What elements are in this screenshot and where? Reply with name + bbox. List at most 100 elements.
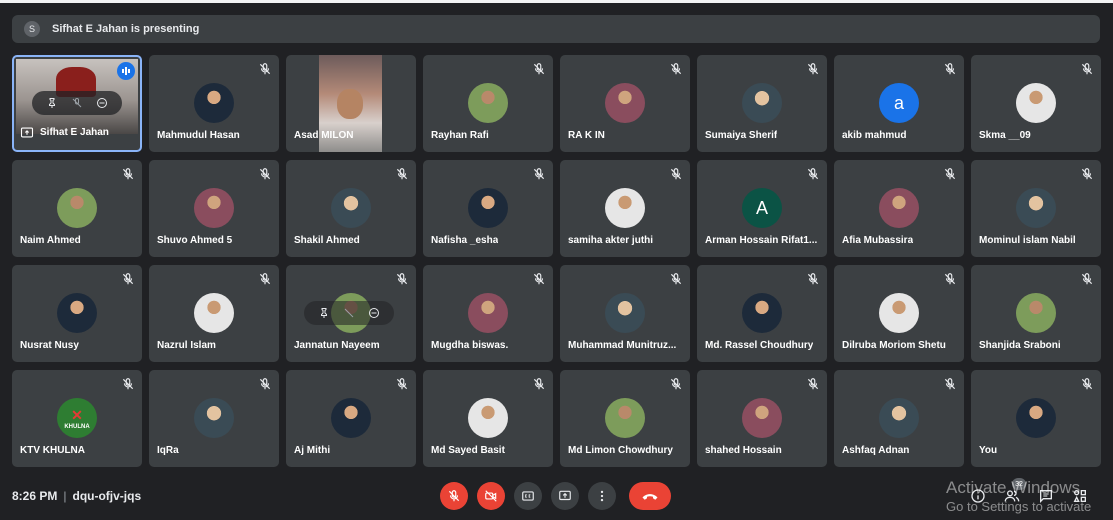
participant-tile-jannatun-nayeem[interactable]: Jannatun Nayeem xyxy=(286,265,416,362)
mic-off-icon xyxy=(806,377,820,391)
watermark-subtitle: Go to Settings to activate xyxy=(946,499,1092,514)
mic-off-icon xyxy=(532,167,546,181)
mic-off-icon xyxy=(943,167,957,181)
participant-tile-nusrat-nusy[interactable]: Nusrat Nusy xyxy=(12,265,142,362)
participant-name: KTV KHULNA xyxy=(20,445,85,456)
remove-icon[interactable] xyxy=(368,307,380,319)
avatar-letter: A xyxy=(755,197,768,218)
participant-tile-md-sayed-basit[interactable]: Md Sayed Basit xyxy=(423,370,553,467)
participant-tile-sumaiya-sherif[interactable]: Sumaiya Sherif xyxy=(697,55,827,152)
participant-avatar xyxy=(605,293,645,333)
participant-tile-md-limon-chowdhury[interactable]: Md Limon Chowdhury xyxy=(560,370,690,467)
participant-tile-shanjida-sraboni[interactable]: Shanjida Sraboni xyxy=(971,265,1101,362)
participant-name: Shakil Ahmed xyxy=(294,235,360,246)
present-now-button[interactable] xyxy=(551,482,579,510)
participant-avatar: ✕ KHULNA xyxy=(57,398,97,438)
hang-up-icon xyxy=(642,494,658,500)
mic-off-icon xyxy=(943,62,957,76)
participant-avatar xyxy=(1016,83,1056,123)
participant-tile-muhammad-munitruz[interactable]: Muhammad Munitruz... xyxy=(560,265,690,362)
mic-off-icon xyxy=(806,62,820,76)
participant-name: Md. Rassel Choudhury xyxy=(705,340,814,351)
participant-tile-mominul-islam-nabil[interactable]: Mominul islam Nabil xyxy=(971,160,1101,257)
mic-off-icon xyxy=(669,62,683,76)
mic-off-icon xyxy=(806,167,820,181)
participant-tile-arman-hossain-rifat1[interactable]: A Arman Hossain Rifat1... xyxy=(697,160,827,257)
window-top-border xyxy=(0,0,1113,3)
mute-icon[interactable] xyxy=(343,307,355,319)
pin-icon[interactable] xyxy=(46,97,58,109)
separator: | xyxy=(63,489,67,503)
tile-hover-tools xyxy=(32,91,122,115)
participant-tile-ashfaq-adnan[interactable]: Ashfaq Adnan xyxy=(834,370,964,467)
participant-name: Md Limon Chowdhury xyxy=(568,445,673,456)
participant-name: Shanjida Sraboni xyxy=(979,340,1061,351)
participant-name: Nafisha _esha xyxy=(431,235,499,246)
participant-tile-shakil-ahmed[interactable]: Shakil Ahmed xyxy=(286,160,416,257)
participant-grid: Sifhat E Jahan Mahmudul Hasan Asad MILON Ra… xyxy=(12,55,1104,467)
participant-avatar: A xyxy=(742,188,782,228)
mic-off-icon xyxy=(258,272,272,286)
mic-off-icon xyxy=(258,377,272,391)
participant-tile-mahmudul-hasan[interactable]: Mahmudul Hasan xyxy=(149,55,279,152)
participant-avatar xyxy=(1016,188,1056,228)
participant-tile-afia-mubassira[interactable]: Afia Mubassira xyxy=(834,160,964,257)
participant-tile-asad-milon[interactable]: Asad MILON xyxy=(286,55,416,152)
participant-avatar xyxy=(1016,293,1056,333)
participant-tile-naim-ahmed[interactable]: Naim Ahmed xyxy=(12,160,142,257)
participant-tile-md-rassel-choudhury[interactable]: Md. Rassel Choudhury xyxy=(697,265,827,362)
leave-call-button[interactable] xyxy=(629,482,671,510)
participant-name: Naim Ahmed xyxy=(20,235,81,246)
microphone-toggle-button[interactable] xyxy=(440,482,468,510)
mic-off-icon xyxy=(395,377,409,391)
participant-tile-nazrul-islam[interactable]: Nazrul Islam xyxy=(149,265,279,362)
participant-tile-shahed-hossain[interactable]: shahed Hossain xyxy=(697,370,827,467)
mic-off-icon xyxy=(1080,62,1094,76)
participant-avatar xyxy=(605,398,645,438)
participant-avatar xyxy=(742,293,782,333)
participant-avatar xyxy=(331,398,371,438)
mic-off-icon xyxy=(669,272,683,286)
participant-tile-dilruba-moriom-shetu[interactable]: Dilruba Moriom Shetu xyxy=(834,265,964,362)
captions-button[interactable] xyxy=(514,482,542,510)
remove-icon[interactable] xyxy=(96,97,108,109)
participant-name: Sifhat E Jahan xyxy=(20,127,109,138)
participant-avatar xyxy=(879,293,919,333)
camera-off-icon xyxy=(485,490,497,502)
participant-tile-rayhan-rafi[interactable]: Rayhan Rafi xyxy=(423,55,553,152)
participant-name: Jannatun Nayeem xyxy=(294,340,380,351)
mic-off-icon xyxy=(121,167,135,181)
participant-avatar xyxy=(605,188,645,228)
participant-tile-sifhat-e-jahan[interactable]: Sifhat E Jahan xyxy=(12,55,142,152)
participant-tile-iqra[interactable]: IqRa xyxy=(149,370,279,467)
participant-name: Sumaiya Sherif xyxy=(705,130,778,141)
mic-off-icon xyxy=(806,272,820,286)
presenting-banner[interactable]: S Sifhat E Jahan is presenting xyxy=(12,15,1100,43)
participant-avatar xyxy=(194,83,234,123)
participant-tile-aj-mithi[interactable]: Aj Mithi xyxy=(286,370,416,467)
pin-icon[interactable] xyxy=(318,307,330,319)
captions-icon xyxy=(522,491,534,501)
mute-icon[interactable] xyxy=(71,97,83,109)
camera-toggle-button[interactable] xyxy=(477,482,505,510)
mic-off-icon xyxy=(532,377,546,391)
speaking-indicator-icon xyxy=(117,62,135,80)
participant-tile-akib-mahmud[interactable]: a akib mahmud xyxy=(834,55,964,152)
participant-tile-samiha-akter-juthi[interactable]: samiha akter juthi xyxy=(560,160,690,257)
mic-off-icon xyxy=(448,490,460,502)
participant-avatar xyxy=(468,83,508,123)
participant-avatar xyxy=(605,83,645,123)
participant-avatar xyxy=(57,293,97,333)
presenting-text: Sifhat E Jahan is presenting xyxy=(52,23,200,35)
participant-tile-ktv-khulna[interactable]: ✕ KHULNA KTV KHULNA xyxy=(12,370,142,467)
participant-tile-mugdha-biswas[interactable]: Mugdha biswas. xyxy=(423,265,553,362)
participant-tile-shuvo-ahmed-5[interactable]: Shuvo Ahmed 5 xyxy=(149,160,279,257)
participant-tile-ra-k-in[interactable]: RA K IN xyxy=(560,55,690,152)
participant-tile-you[interactable]: You xyxy=(971,370,1101,467)
participant-avatar xyxy=(742,83,782,123)
participant-name: Mominul islam Nabil xyxy=(979,235,1076,246)
participant-tile-nafisha-esha[interactable]: Nafisha _esha xyxy=(423,160,553,257)
participant-name: Aj Mithi xyxy=(294,445,331,456)
participant-tile-skma-09[interactable]: Skma __09 xyxy=(971,55,1101,152)
more-options-button[interactable] xyxy=(588,482,616,510)
